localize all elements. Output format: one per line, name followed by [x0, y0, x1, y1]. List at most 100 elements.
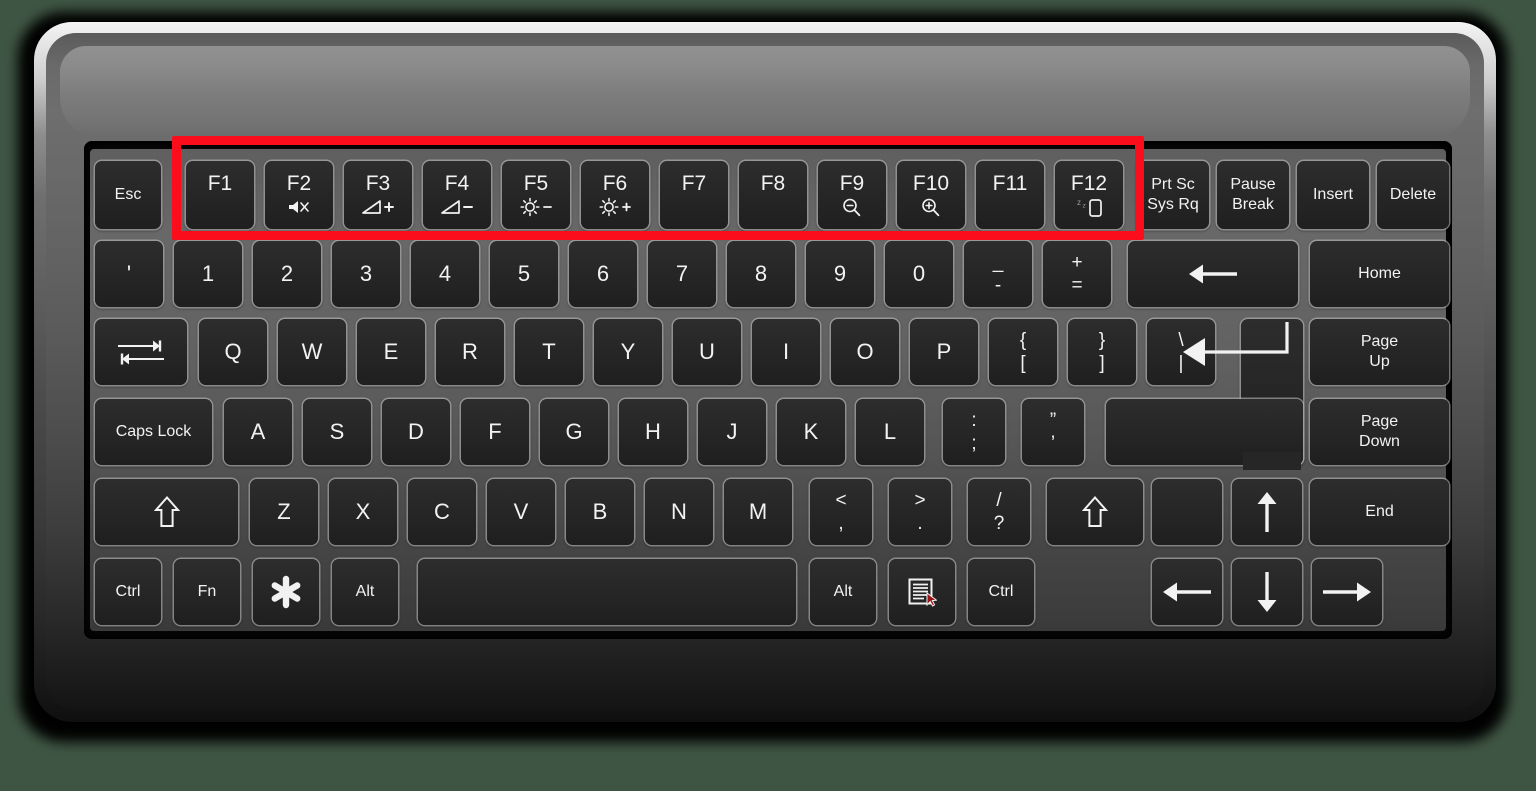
- key-key-n[interactable]: N: [645, 479, 713, 545]
- key-arrow-up[interactable]: [1232, 479, 1302, 545]
- key-key-y[interactable]: Y: [594, 319, 662, 385]
- key-f6[interactable]: F6: [581, 161, 649, 229]
- key-ctrl-right[interactable]: Ctrl: [968, 559, 1034, 625]
- key-shift-left[interactable]: [95, 479, 238, 545]
- key-key-p[interactable]: P: [910, 319, 978, 385]
- key-quote-apostrophe[interactable]: ”’: [1022, 399, 1084, 465]
- key-label-line1: Page: [1360, 333, 1399, 351]
- key-key-u[interactable]: U: [673, 319, 741, 385]
- key-key-e[interactable]: E: [357, 319, 425, 385]
- key-key-a[interactable]: A: [224, 399, 292, 465]
- key-digit-9[interactable]: 9: [806, 241, 874, 307]
- key-key-l[interactable]: L: [856, 399, 924, 465]
- key-alt-right[interactable]: Alt: [810, 559, 876, 625]
- key-arrow-down[interactable]: [1232, 559, 1302, 625]
- key-key-x[interactable]: X: [329, 479, 397, 545]
- key-label-line1: Pause: [1230, 176, 1276, 194]
- key-alt-left[interactable]: Alt: [332, 559, 398, 625]
- key-f2[interactable]: F2: [265, 161, 333, 229]
- key-f9[interactable]: F9: [818, 161, 886, 229]
- key-key-z[interactable]: Z: [250, 479, 318, 545]
- key-label: V: [513, 499, 529, 524]
- key-f11[interactable]: F11: [976, 161, 1044, 229]
- sleep-icon: zz: [1073, 197, 1105, 217]
- key-digit-6[interactable]: 6: [569, 241, 637, 307]
- key-equals-plus[interactable]: + =: [1043, 241, 1111, 307]
- key-f5[interactable]: F5: [502, 161, 570, 229]
- key-key-q[interactable]: Q: [199, 319, 267, 385]
- key-bracket-left[interactable]: {[: [989, 319, 1057, 385]
- key-label: F10: [912, 172, 950, 195]
- key-digit-4[interactable]: 4: [411, 241, 479, 307]
- key-key-i[interactable]: I: [752, 319, 820, 385]
- key-shift-right[interactable]: [1047, 479, 1143, 545]
- key-fn[interactable]: Fn: [174, 559, 240, 625]
- key-label: A: [250, 419, 266, 444]
- key-label-line1: Prt Sc: [1151, 176, 1195, 194]
- key-end[interactable]: End: [1310, 479, 1449, 545]
- key-key-b[interactable]: B: [566, 479, 634, 545]
- key-f10[interactable]: F10: [897, 161, 965, 229]
- key-f8[interactable]: F8: [739, 161, 807, 229]
- key-key-m[interactable]: M: [724, 479, 792, 545]
- key-digit-8[interactable]: 8: [727, 241, 795, 307]
- key-key-g[interactable]: G: [540, 399, 608, 465]
- key-home[interactable]: Home: [1310, 241, 1449, 307]
- key-digit-1[interactable]: 1: [174, 241, 242, 307]
- key-key-v[interactable]: V: [487, 479, 555, 545]
- key-slash-question[interactable]: /?: [968, 479, 1030, 545]
- key-digit-5[interactable]: 5: [490, 241, 558, 307]
- key-key-w[interactable]: W: [278, 319, 346, 385]
- key-key-s[interactable]: S: [303, 399, 371, 465]
- key-key-f[interactable]: F: [461, 399, 529, 465]
- key-arrow-left[interactable]: [1152, 559, 1222, 625]
- key-label: B: [592, 499, 608, 524]
- key-insert[interactable]: Insert: [1297, 161, 1369, 229]
- key-label: Page Down: [1359, 413, 1400, 451]
- key-arrow-right[interactable]: [1312, 559, 1382, 625]
- key-digit-3[interactable]: 3: [332, 241, 400, 307]
- key-key-j[interactable]: J: [698, 399, 766, 465]
- key-digit-7[interactable]: 7: [648, 241, 716, 307]
- key-minus-underscore[interactable]: _ -: [964, 241, 1032, 307]
- key-label-line1: Page: [1360, 413, 1399, 431]
- key-backspace[interactable]: [1128, 241, 1298, 307]
- key-period-greater-than[interactable]: >.: [889, 479, 951, 545]
- key-key-o[interactable]: O: [831, 319, 899, 385]
- key-page-down[interactable]: Page Down: [1310, 399, 1449, 465]
- key-page-up[interactable]: Page Up: [1310, 319, 1449, 385]
- key-key-h[interactable]: H: [619, 399, 687, 465]
- key-context-menu[interactable]: [889, 559, 955, 625]
- key-key-c[interactable]: C: [408, 479, 476, 545]
- key-comma-less-than[interactable]: <,: [810, 479, 872, 545]
- key-space[interactable]: [418, 559, 796, 625]
- key-bracket-right[interactable]: }]: [1068, 319, 1136, 385]
- key-label: F9: [839, 172, 865, 195]
- key-key-t[interactable]: T: [515, 319, 583, 385]
- key-digit-0[interactable]: 0: [885, 241, 953, 307]
- key-key-k[interactable]: K: [777, 399, 845, 465]
- key-backtick[interactable]: ': [95, 241, 163, 307]
- key-f4[interactable]: F4: [423, 161, 491, 229]
- enter-icon: [1175, 318, 1301, 382]
- key-tab[interactable]: [95, 319, 187, 385]
- key-pause-break[interactable]: Pause Break: [1217, 161, 1289, 229]
- key-key-d[interactable]: D: [382, 399, 450, 465]
- key-esc[interactable]: Esc: [95, 161, 161, 229]
- key-ctrl-left[interactable]: Ctrl: [95, 559, 161, 625]
- key-f1[interactable]: F1: [186, 161, 254, 229]
- key-digit-2[interactable]: 2: [253, 241, 321, 307]
- key-caps-lock[interactable]: Caps Lock: [95, 399, 212, 465]
- key-f12[interactable]: F12 z z: [1055, 161, 1123, 229]
- key-super-key[interactable]: [253, 559, 319, 625]
- key-label: E: [383, 339, 399, 364]
- key-delete[interactable]: Delete: [1377, 161, 1449, 229]
- key-print-screen[interactable]: Prt Sc Sys Rq: [1137, 161, 1209, 229]
- key-key-r[interactable]: R: [436, 319, 504, 385]
- key-label: W: [301, 339, 323, 364]
- key-f7[interactable]: F7: [660, 161, 728, 229]
- key-blank-key[interactable]: [1152, 479, 1222, 545]
- tab-icon: [112, 335, 170, 369]
- key-semicolon-colon[interactable]: :;: [943, 399, 1005, 465]
- key-f3[interactable]: F3: [344, 161, 412, 229]
